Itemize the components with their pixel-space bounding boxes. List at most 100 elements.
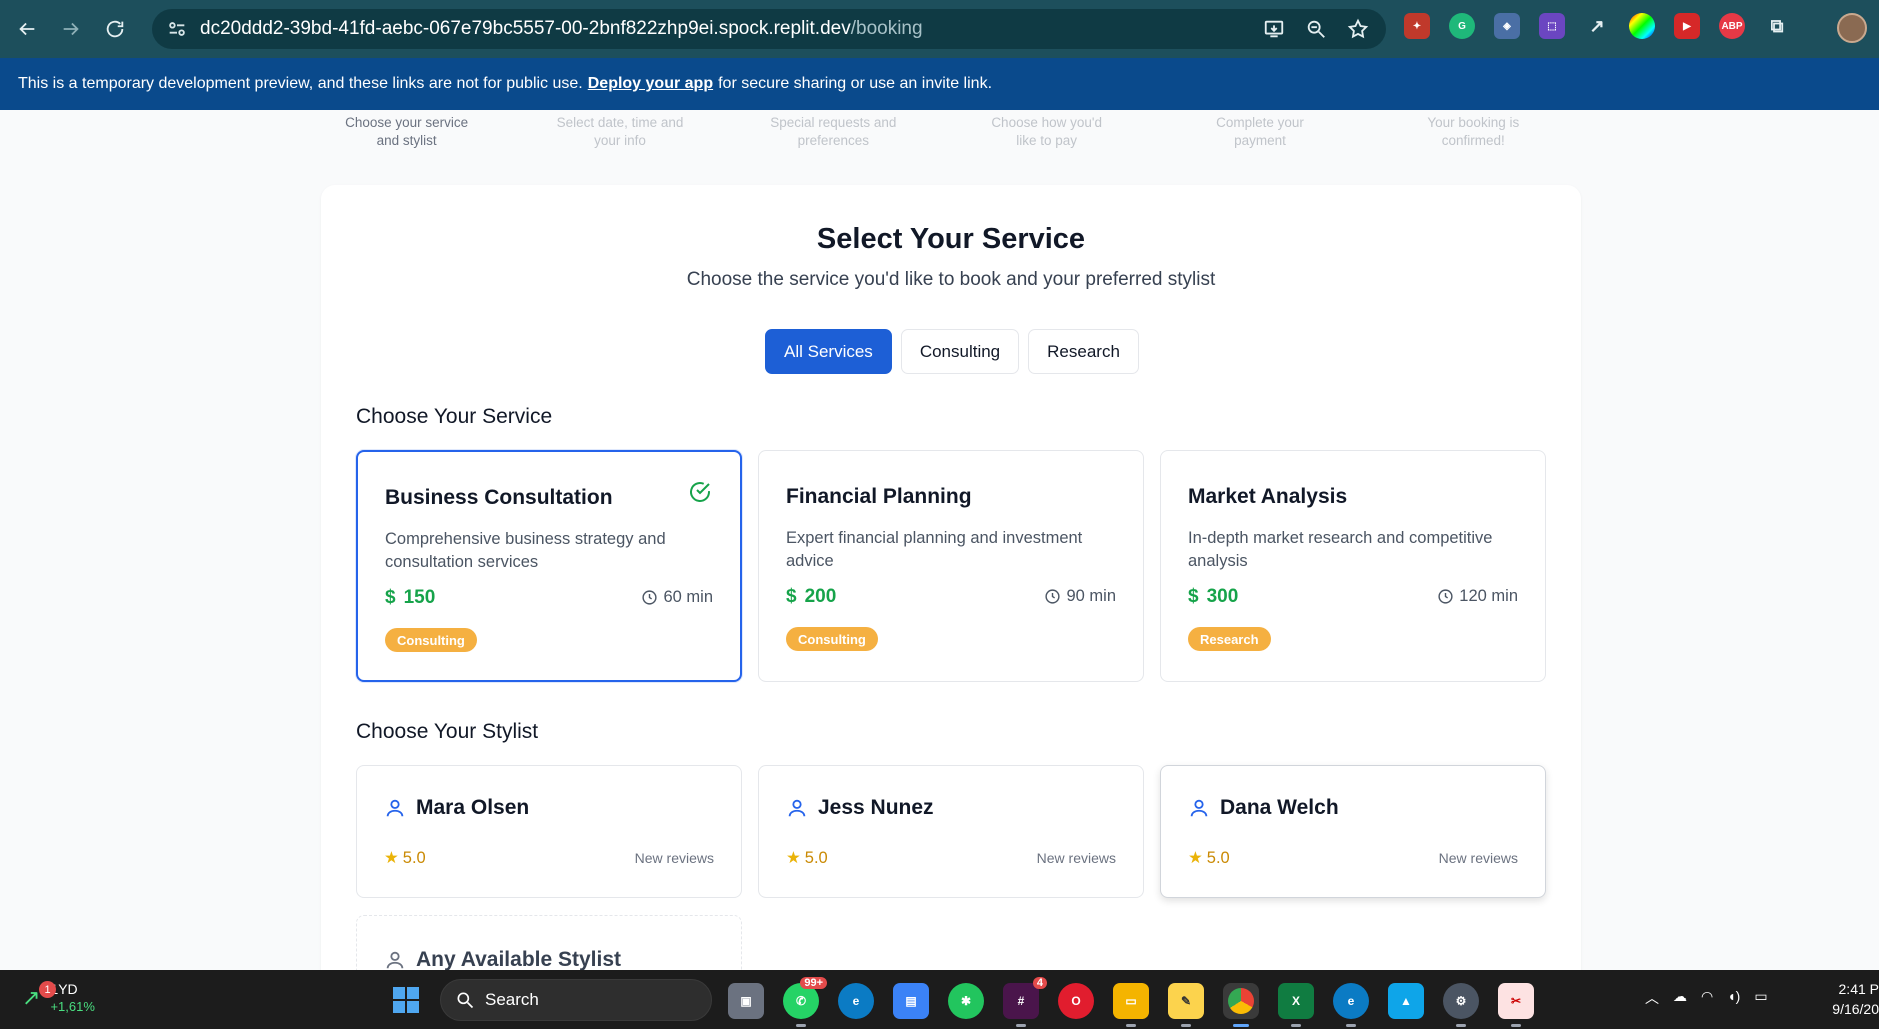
star-icon: ★ (786, 849, 801, 867)
stock-change: +1,61% (50, 999, 95, 1014)
volume-icon[interactable]: ◖) (1727, 988, 1740, 1008)
extension-grammarly-icon[interactable]: G (1449, 13, 1475, 39)
slack-badge: 4 (1032, 977, 1047, 989)
snipping-tool-icon[interactable]: ✂ (1498, 983, 1534, 1027)
service-card-business-consultation[interactable]: Business Consultation Comprehensive busi… (356, 450, 742, 682)
wifi-icon[interactable]: ◠ (1701, 988, 1713, 1008)
app-icon[interactable]: ✱ (948, 983, 984, 1019)
whatsapp-badge: 99+ (800, 977, 827, 989)
page-subtitle: Choose the service you'd like to book an… (686, 269, 1216, 290)
stylist-name-row: Dana Welch (1188, 796, 1339, 820)
slack-icon[interactable]: #4 (1003, 977, 1047, 1027)
stylist-reviews: New reviews (1438, 850, 1518, 866)
store-icon[interactable]: ▤ (893, 983, 929, 1019)
service-card-financial-planning[interactable]: Financial Planning Expert financial plan… (758, 450, 1144, 682)
filter-all-services[interactable]: All Services (765, 329, 892, 374)
file-explorer-icon[interactable]: ▭ (1113, 983, 1149, 1027)
chevron-up-icon[interactable]: ︿ (1645, 988, 1659, 1008)
stylist-name: Any Available Stylist (416, 948, 622, 971)
filter-consulting[interactable]: Consulting (900, 329, 1020, 374)
stylist-card-jess-nunez[interactable]: Jess Nunez ★ 5.0 New reviews (758, 765, 1144, 898)
service-name: Market Analysis (1188, 485, 1348, 508)
clock[interactable]: 2:41 P 9/16/20 (1827, 979, 1879, 1019)
step-datetime: Select date, time and your info (556, 115, 684, 148)
task-view-icon[interactable]: ▣ (728, 983, 764, 1019)
star-icon: ★ (1188, 849, 1203, 867)
check-circle-icon (690, 482, 710, 502)
back-icon[interactable] (10, 12, 44, 46)
search-label: Search (485, 990, 539, 1009)
service-list: Business Consultation Comprehensive busi… (356, 450, 1546, 682)
windows-start-icon[interactable] (393, 987, 419, 1013)
stock-widget[interactable]: ↗ 1 1YD +1,61% (22, 980, 95, 1016)
banner-text-end: for secure sharing or use an invite link… (718, 75, 993, 92)
profile-avatar[interactable] (1837, 13, 1867, 43)
sticky-notes-icon[interactable]: ✎ (1168, 983, 1204, 1027)
whatsapp-icon[interactable]: ✆ 99+ (783, 977, 827, 1027)
windows-taskbar: ↗ 1 1YD +1,61% Search ▣ ✆ 99+ e ▤ ✱ #4 O ▭ … (0, 970, 1879, 1029)
stylist-card-mara-olsen[interactable]: Mara Olsen ★ 5.0 New reviews (356, 765, 742, 898)
service-category-badge: Research (1188, 627, 1271, 651)
battery-icon[interactable]: ▭ (1754, 988, 1767, 1008)
site-settings-icon[interactable] (166, 18, 188, 40)
service-price: $150 (385, 587, 436, 608)
stylist-card-dana-welch[interactable]: Dana Welch ★ 5.0 New reviews (1160, 765, 1546, 898)
dollar-icon: $ (385, 587, 396, 608)
extension-media-icon[interactable]: ▶ (1674, 13, 1700, 39)
service-duration: 90 min (1044, 587, 1116, 606)
url-text[interactable]: dc20ddd2-39bd-41fd-aebc-067e79bc5557-00-… (200, 18, 923, 40)
taskbar-search[interactable]: Search (440, 979, 712, 1021)
opera-icon[interactable]: O (1058, 983, 1094, 1019)
onedrive-icon[interactable]: ☁ (1673, 988, 1687, 1008)
filter-research[interactable]: Research (1028, 329, 1139, 374)
zoom-icon[interactable] (1304, 17, 1328, 41)
taskbar-apps: ▣ ✆ 99+ e ▤ ✱ #4 O ▭ ✎ X e ▲ ⚙ ✂ (728, 977, 1534, 1027)
service-duration: 60 min (641, 588, 713, 607)
user-icon (788, 799, 806, 817)
extension-adblock-icon[interactable]: ABP (1719, 13, 1745, 39)
banner-text: This is a temporary development preview,… (18, 75, 583, 92)
extension-grid-icon[interactable]: ⬚ (1539, 13, 1565, 39)
stylist-reviews: New reviews (634, 850, 714, 866)
reload-icon[interactable] (98, 12, 132, 46)
stylist-section-title: Choose Your Stylist (356, 720, 539, 743)
search-icon (457, 992, 474, 1009)
step-confirmed: Your booking is confirmed! (1427, 115, 1520, 148)
service-description: Expert financial planning and investment… (786, 529, 1083, 570)
settings-icon[interactable]: ⚙ (1443, 983, 1479, 1027)
step-service: Choose your service and stylist (345, 115, 469, 148)
service-name: Business Consultation (385, 486, 613, 509)
service-price: $300 (1188, 586, 1239, 607)
booking-card: Select Your Service Choose the service y… (321, 185, 1581, 1029)
user-icon (386, 799, 404, 817)
edge-icon[interactable]: e (1333, 983, 1369, 1027)
step-requests: Special requests and preferences (770, 115, 897, 148)
stock-badge: 1 (39, 981, 56, 998)
extension-shield-icon[interactable]: ◈ (1494, 13, 1520, 39)
chrome-icon[interactable] (1223, 983, 1259, 1027)
browser-toolbar: dc20ddd2-39bd-41fd-aebc-067e79bc5557-00-… (0, 0, 1879, 58)
install-icon[interactable] (1262, 17, 1286, 41)
bookmark-star-icon[interactable] (1346, 17, 1370, 41)
address-bar[interactable]: dc20ddd2-39bd-41fd-aebc-067e79bc5557-00-… (152, 9, 1386, 49)
system-tray: ︿ ☁ ◠ ◖) ▭ (1645, 988, 1768, 1008)
extension-icon[interactable]: ✦ (1404, 13, 1430, 39)
clock-time: 2:41 P (1838, 981, 1879, 997)
stylist-rating: ★ 5.0 (384, 848, 426, 868)
excel-icon[interactable]: X (1278, 983, 1314, 1027)
user-icon (1190, 799, 1208, 817)
deploy-link[interactable]: Deploy your app (588, 75, 713, 93)
extensions-puzzle-icon[interactable]: ⧉ (1764, 13, 1790, 39)
edge-dev-icon[interactable]: e (838, 983, 874, 1019)
service-category-badge: Consulting (786, 627, 878, 651)
dev-preview-banner: This is a temporary development preview,… (0, 58, 1879, 110)
photos-icon[interactable]: ▲ (1388, 983, 1424, 1019)
star-icon: ★ (384, 849, 399, 867)
stylist-rating: ★ 5.0 (1188, 848, 1230, 868)
forward-icon[interactable] (54, 12, 88, 46)
extension-chart-icon[interactable]: ↗ (1584, 13, 1610, 39)
extension-color-icon[interactable] (1629, 13, 1655, 39)
stylist-rating: ★ 5.0 (786, 848, 828, 868)
service-card-market-analysis[interactable]: Market Analysis In-depth market research… (1160, 450, 1546, 682)
service-filters: All Services Consulting Research (765, 329, 1139, 374)
